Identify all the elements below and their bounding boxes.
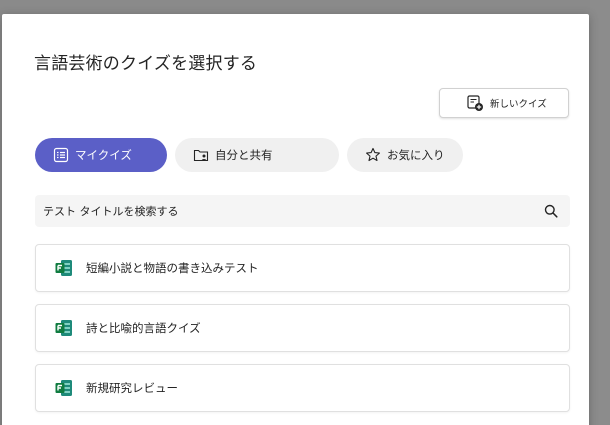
quiz-title: 短編小説と物語の書き込みテスト (86, 261, 259, 275)
new-form-icon (466, 94, 484, 112)
select-quiz-dialog: 言語芸術のクイズを選択する 新しいクイズ マイクイズ 自分と共有 お気に入り テ… (2, 14, 589, 425)
tab-shared-with-me[interactable]: 自分と共有 (175, 138, 339, 172)
star-icon (365, 147, 381, 163)
new-quiz-label: 新しいクイズ (490, 99, 547, 110)
search-box (35, 195, 570, 227)
tab-label: お気に入り (387, 148, 445, 162)
tab-favorites[interactable]: お気に入り (347, 138, 463, 172)
tab-label: マイクイズ (75, 148, 132, 162)
search-icon[interactable] (544, 204, 558, 218)
tab-label: 自分と共有 (215, 148, 273, 162)
list-item[interactable]: 新規研究レビュー (35, 364, 570, 412)
shared-folder-icon (193, 147, 209, 163)
quiz-title: 詩と比喩的言語クイズ (86, 321, 201, 335)
list-item[interactable]: 短編小説と物語の書き込みテスト (35, 244, 570, 292)
forms-icon (54, 258, 74, 278)
list-item[interactable]: 詩と比喩的言語クイズ (35, 304, 570, 352)
list-icon (53, 147, 69, 163)
tab-my-quizzes[interactable]: マイクイズ (35, 138, 167, 172)
quiz-title: 新規研究レビュー (86, 381, 178, 395)
new-quiz-button[interactable]: 新しいクイズ (439, 88, 569, 118)
dialog-title: 言語芸術のクイズを選択する (34, 54, 258, 74)
backdrop (590, 0, 610, 425)
search-input[interactable] (35, 195, 525, 227)
forms-icon (54, 378, 74, 398)
forms-icon (54, 318, 74, 338)
